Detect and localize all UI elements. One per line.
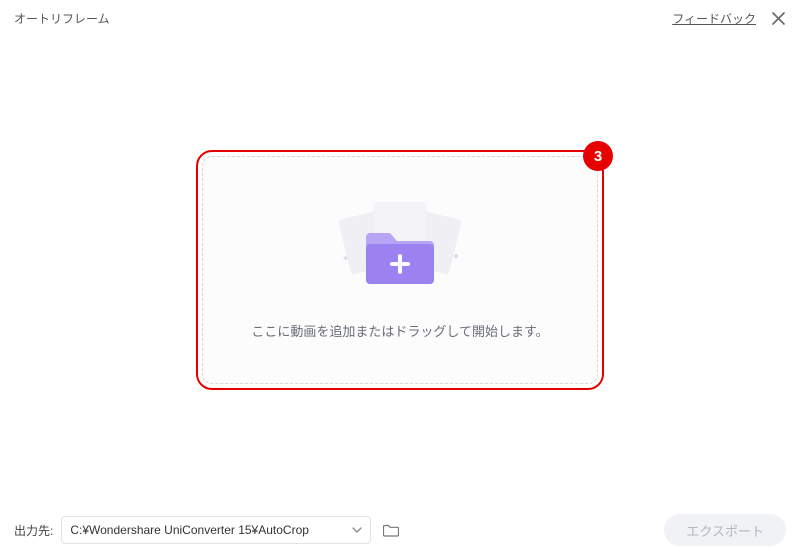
feedback-link[interactable]: フィードバック [672, 10, 756, 27]
dropzone-wrapper: 3 ここに動画を追加またはド [202, 156, 598, 384]
window-title: オートリフレーム [14, 10, 110, 27]
close-icon [772, 12, 785, 25]
chevron-down-icon [352, 527, 362, 533]
output-path-value: C:¥Wondershare UniConverter 15¥AutoCrop [70, 523, 309, 537]
output-path-select[interactable]: C:¥Wondershare UniConverter 15¥AutoCrop [61, 516, 371, 544]
open-folder-button[interactable] [379, 518, 403, 542]
dropzone-text: ここに動画を追加またはドラッグして開始します。 [251, 321, 548, 340]
header: オートリフレーム フィードバック [0, 0, 800, 36]
output-label: 出力先: [14, 522, 53, 539]
footer: 出力先: C:¥Wondershare UniConverter 15¥Auto… [0, 504, 800, 556]
folder-icon [383, 523, 399, 537]
close-button[interactable] [770, 10, 786, 26]
add-folder-illustration [320, 201, 480, 291]
main-area: 3 ここに動画を追加またはド [0, 36, 800, 504]
export-button[interactable]: エクスポート [664, 514, 786, 546]
video-dropzone[interactable]: ここに動画を追加またはドラッグして開始します。 [202, 156, 598, 384]
header-actions: フィードバック [672, 10, 786, 27]
